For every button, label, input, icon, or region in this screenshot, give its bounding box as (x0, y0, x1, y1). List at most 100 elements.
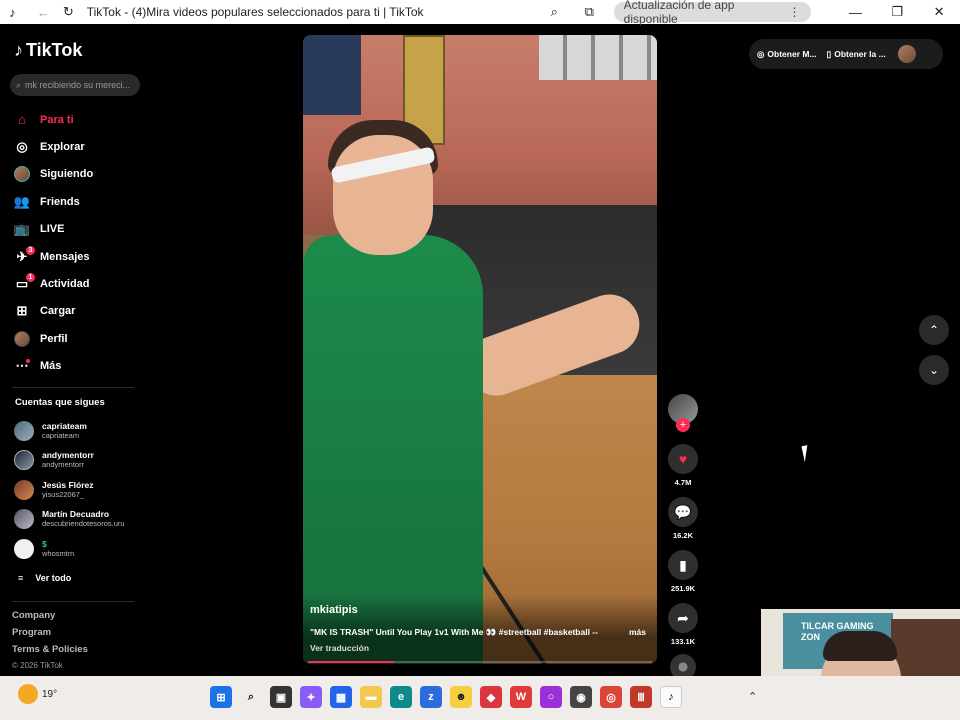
following-section-title: Cuentas que sigues (15, 397, 105, 408)
browser-titlebar: ♪ ← ↻ TikTok - (4)Mira videos populares … (0, 0, 960, 26)
copilot-icon[interactable]: ✦ (300, 686, 322, 708)
close-window-button[interactable]: ✕ (918, 4, 960, 20)
sidebar: ♪ TikTok ⌕ mk recibiendo su mereci... ⌂ … (0, 24, 150, 676)
nav-item-perfil[interactable]: Perfil (14, 325, 144, 352)
following-account[interactable]: capriateam capriateam (14, 416, 144, 446)
app-update-label: Actualización de app disponible (623, 0, 735, 26)
nav-item-siguiendo[interactable]: Siguiendo (14, 161, 144, 188)
footer-link-terms[interactable]: Terms & Policies (12, 644, 88, 661)
see-all-button[interactable]: ≡ Ver todo (14, 564, 144, 592)
tiktok-taskbar-icon[interactable]: ♪ (660, 686, 682, 708)
weather-temp: 19° (42, 688, 58, 700)
video-player[interactable] (303, 35, 657, 664)
account-avatar (14, 509, 34, 530)
search-icon[interactable]: ⌕ (240, 686, 262, 708)
get-coins-label: Obtener M... (767, 49, 817, 59)
webcam-person-hair (823, 631, 897, 661)
nav-item-mensajes[interactable]: ✈ 3 Mensajes (14, 243, 144, 270)
main-nav: ⌂ Para ti ◎ Explorar Siguiendo 👥 Friends… (14, 106, 144, 380)
search-placeholder: mk recibiendo su mereci... (25, 80, 131, 90)
creator-avatar[interactable]: + (668, 394, 698, 432)
comment-icon[interactable]: 💬 (668, 497, 698, 527)
nav-item-explorar[interactable]: ◎ Explorar (14, 133, 144, 160)
nav-item-friends[interactable]: 👥 Friends (14, 188, 144, 215)
save-action[interactable]: ▮ 251.9K (666, 550, 700, 593)
get-app-button[interactable]: ▯ Obtener la ... (827, 49, 886, 60)
edge-icon[interactable]: e (390, 686, 412, 708)
nav-item-para-ti[interactable]: ⌂ Para ti (14, 106, 144, 133)
video-author[interactable]: mkiatipis (310, 604, 358, 616)
account-avatar (14, 420, 34, 441)
app-update-button[interactable]: Actualización de app disponible ⋮ (613, 0, 811, 26)
mouse-cursor-icon (801, 443, 817, 463)
nav-item-actividad[interactable]: ▭ 1 Actividad (14, 270, 144, 297)
previous-video-button[interactable]: ⌃ (919, 315, 949, 345)
kebab-menu-icon[interactable]: ⋮ (789, 5, 801, 19)
w-app-icon[interactable]: W (510, 686, 532, 708)
nav-label: Explorar (40, 141, 85, 154)
video-scene-windows (539, 35, 657, 80)
translate-link[interactable]: Ver traducción (310, 643, 369, 653)
like-action[interactable]: ♥ 4.7M (666, 444, 700, 487)
user-avatar[interactable] (897, 45, 916, 63)
nav-label: Más (40, 360, 62, 373)
nav-item-live[interactable]: 📺 LIVE (14, 216, 144, 243)
chrome-icon[interactable]: ◎ (600, 686, 622, 708)
tray-chevron-up-icon[interactable]: ⌃ (748, 690, 757, 703)
account-name: Martín Decuadro (42, 509, 110, 520)
nav-label: Actividad (40, 278, 90, 291)
live-tv-icon: 📺 (13, 221, 31, 237)
see-more-link[interactable]: más (629, 627, 646, 637)
list-icon: ≡ (18, 572, 24, 583)
windows-start-icon[interactable]: ⊞ (210, 686, 232, 708)
get-app-label: Obtener la ... (834, 49, 886, 59)
file-explorer-icon[interactable]: ▬ (360, 686, 382, 708)
account-handle: descubriendotesoros.uru (42, 519, 125, 529)
reload-icon[interactable]: ↻ (58, 0, 79, 24)
minimize-window-button[interactable]: — (835, 5, 877, 20)
footer-link-company[interactable]: Company (12, 610, 88, 627)
footer-link-program[interactable]: Program (12, 627, 88, 644)
zoom-icon[interactable]: ⌕ (544, 0, 565, 24)
following-account[interactable]: Martín Decuadro descubriendotesoros.uru (14, 505, 144, 535)
share-action[interactable]: ➦ 133.1K (666, 603, 700, 646)
search-input[interactable]: ⌕ mk recibiendo su mereci... (10, 74, 140, 96)
phone-icon: ▯ (826, 48, 832, 59)
nav-item-cargar[interactable]: ⊞ Cargar (14, 298, 144, 325)
comment-action[interactable]: 💬 16.2K (666, 497, 700, 540)
task-view-icon[interactable]: ▣ (270, 686, 292, 708)
extensions-icon[interactable]: ⧉ (579, 0, 600, 24)
following-account[interactable]: $ whosmtm (14, 534, 144, 564)
tiktok-logo[interactable]: ♪ TikTok (14, 40, 82, 61)
divider (12, 387, 134, 388)
next-video-button[interactable]: ⌄ (919, 355, 949, 385)
nav-item-mas[interactable]: ⋯ Más (14, 353, 144, 380)
video-progress-fill (308, 661, 394, 663)
account-name: capriateam (42, 420, 87, 431)
share-icon[interactable]: ➦ (668, 603, 698, 633)
zoom-app-icon[interactable]: z (420, 686, 442, 708)
following-account[interactable]: andymentorr andymentorr (14, 446, 144, 476)
like-count: 4.7M (674, 478, 692, 487)
account-avatar (14, 538, 34, 559)
steam-icon[interactable]: ◉ (570, 686, 592, 708)
restore-window-button[interactable]: ❐ (876, 4, 918, 20)
top-right-bar: ◎ Obtener M... ▯ Obtener la ... (749, 39, 943, 69)
following-account[interactable]: Jesús Flórez yisus22067_ (14, 475, 144, 505)
follow-plus-icon[interactable]: + (676, 418, 690, 432)
bookmark-icon[interactable]: ▮ (668, 550, 698, 580)
circle-app-icon[interactable]: ○ (540, 686, 562, 708)
back-arrow-icon[interactable]: ← (33, 0, 54, 24)
divider (12, 601, 134, 602)
video-progress-bar[interactable] (308, 661, 652, 663)
heart-icon[interactable]: ♥ (668, 444, 698, 474)
red-app-icon[interactable]: ◆ (480, 686, 502, 708)
nav-label: LIVE (40, 223, 65, 236)
weather-widget[interactable]: 19° (18, 684, 57, 704)
widgets-icon[interactable]: ▦ (330, 686, 352, 708)
following-avatar-icon (14, 166, 30, 183)
game-app-icon[interactable]: ☻ (450, 686, 472, 708)
bars-app-icon[interactable]: Ⅲ (630, 686, 652, 708)
tiktok-note-icon: ♪ (14, 40, 23, 60)
get-coins-button[interactable]: ◎ Obtener M... (757, 49, 817, 60)
